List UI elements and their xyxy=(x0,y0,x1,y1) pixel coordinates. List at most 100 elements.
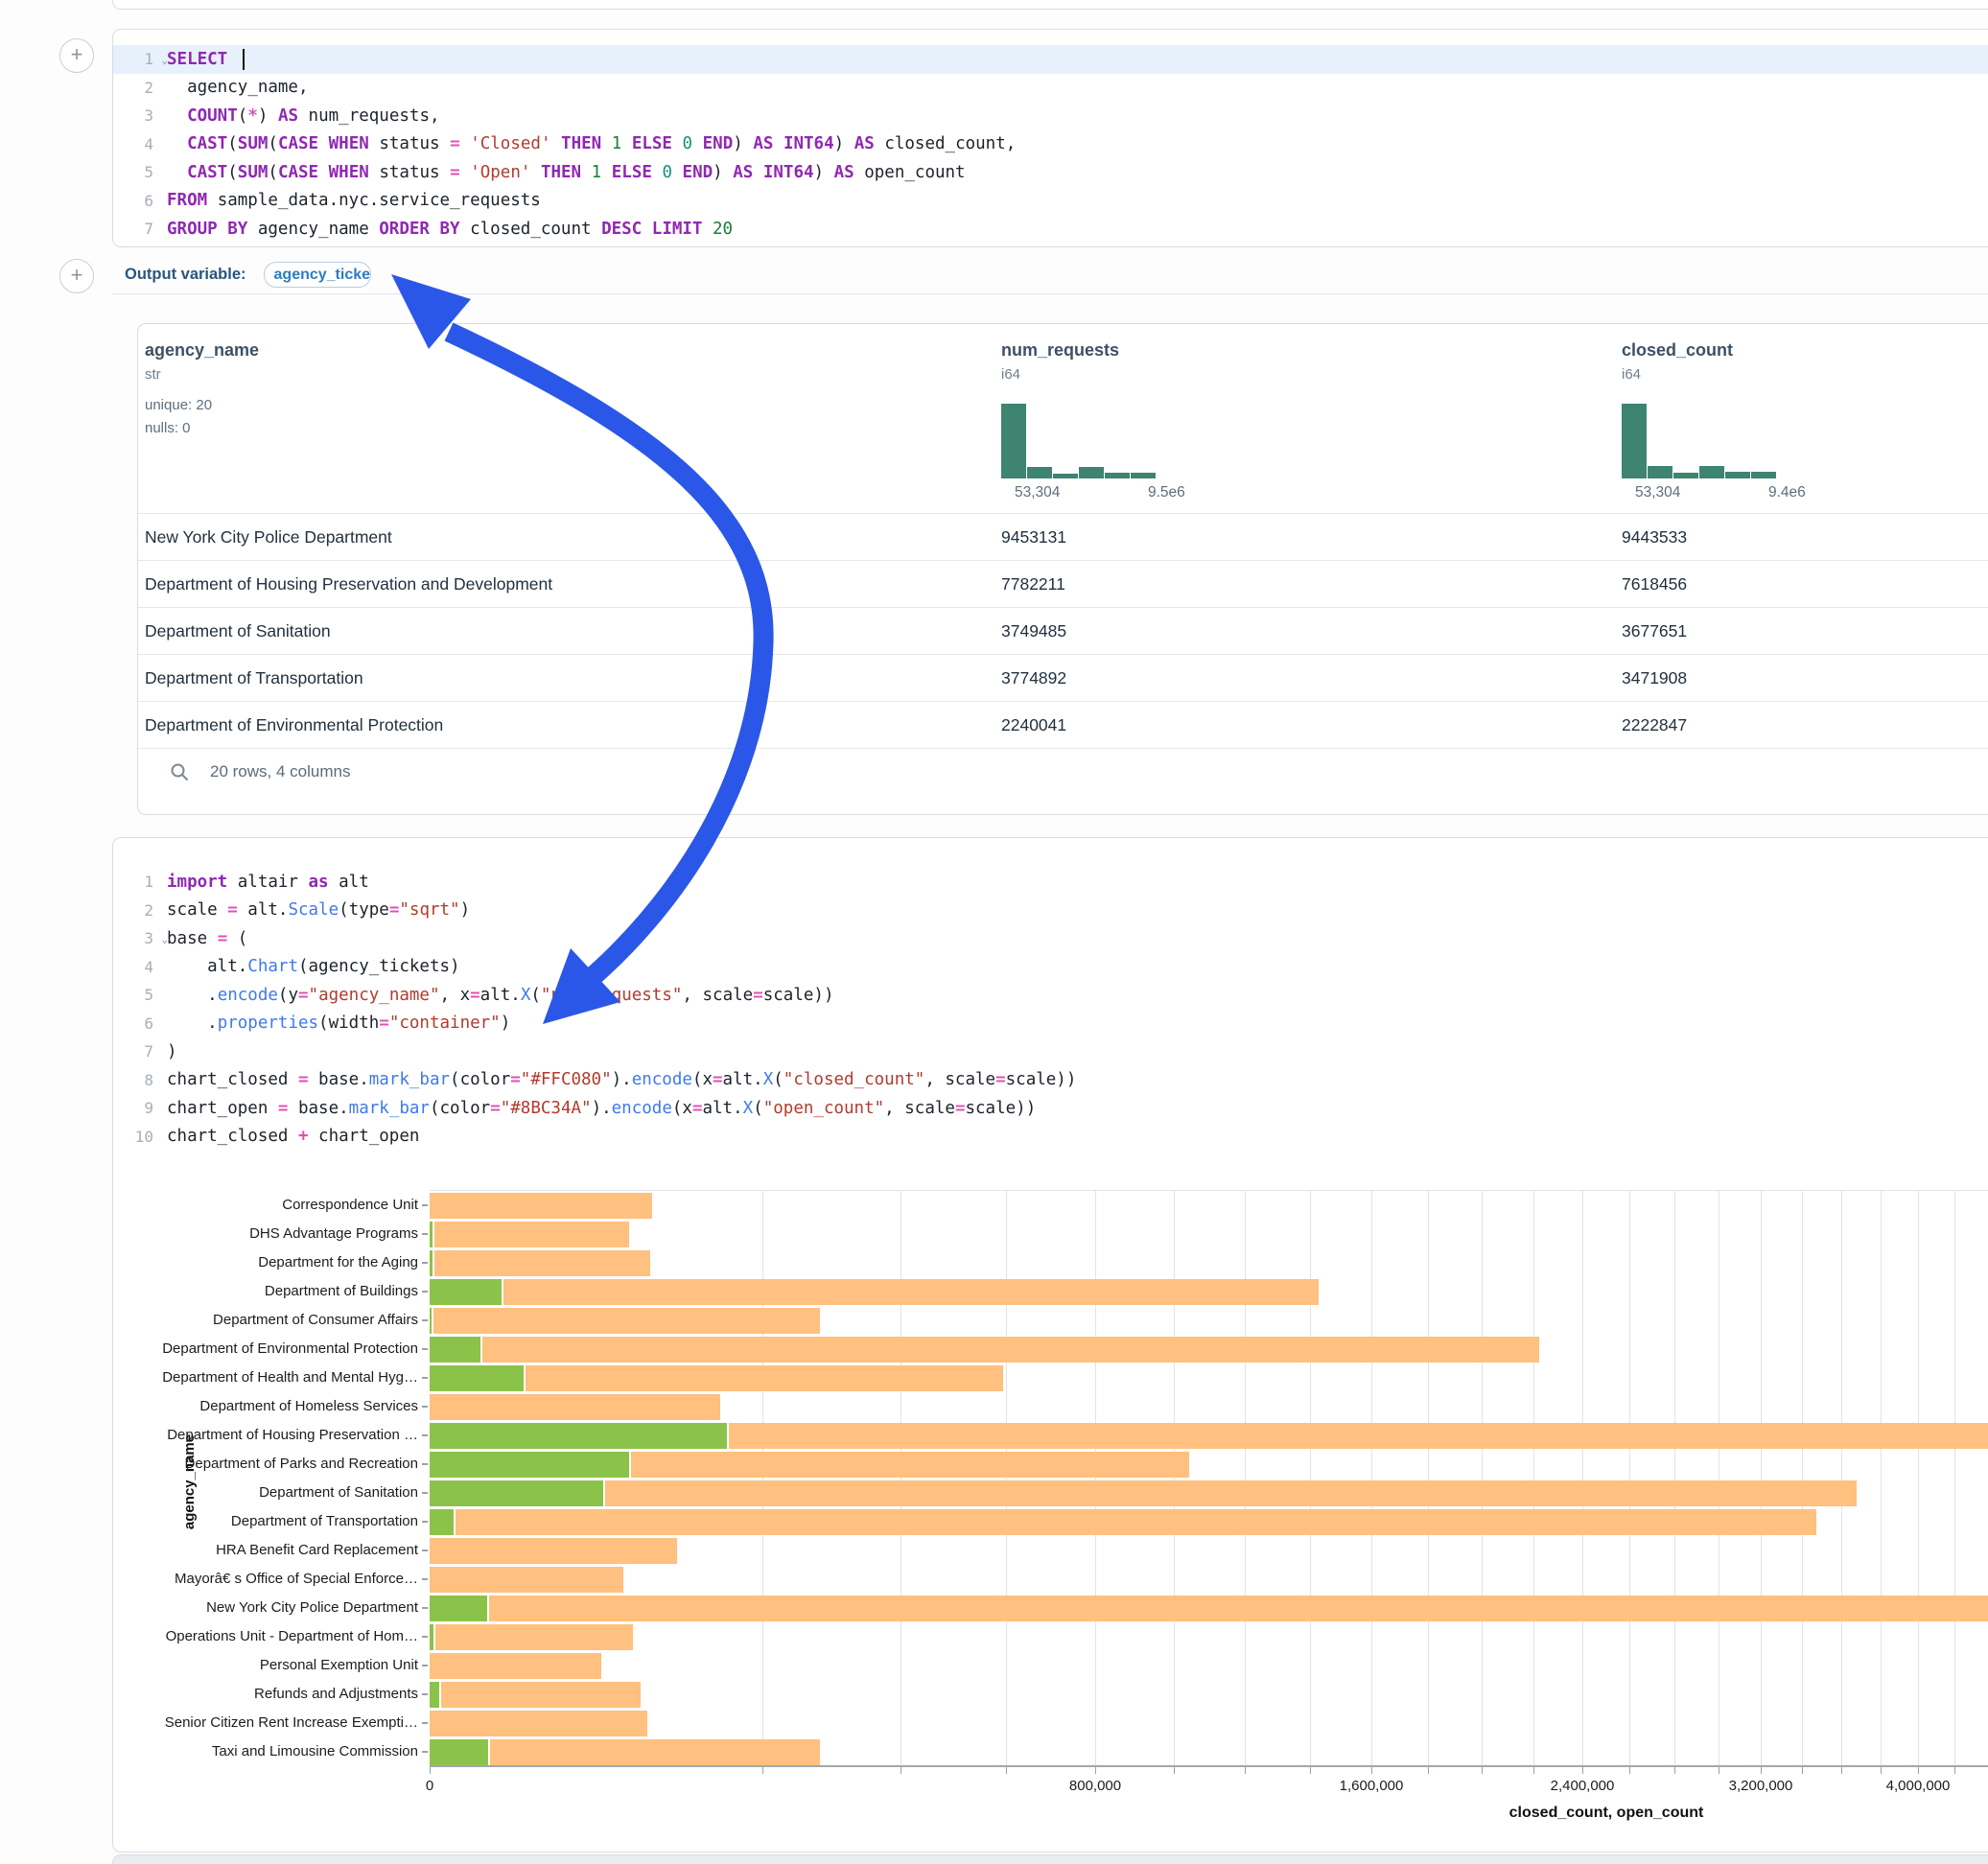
code-line[interactable]: 9chart_open = base.mark_bar(color="#8BC3… xyxy=(113,1094,1988,1123)
x-tick xyxy=(1174,1767,1175,1774)
y-category-label: DHS Advantage Programs xyxy=(159,1225,418,1242)
code-line[interactable]: 8chart_closed = base.mark_bar(color="#FF… xyxy=(113,1066,1988,1095)
gridline xyxy=(1006,1191,1007,1766)
gridline xyxy=(1371,1191,1372,1766)
y-category-label: Department for the Aging xyxy=(159,1254,418,1270)
notebook-page: + + 1⌄SELECT 2 agency_name,3 COUNT(*) AS… xyxy=(0,0,1988,1864)
histogram-bar xyxy=(1699,466,1724,478)
gridline xyxy=(1428,1191,1429,1766)
collapse-caret-icon[interactable]: ⌄ xyxy=(161,933,168,945)
column-header-closed-count: closed_count xyxy=(1622,340,1733,361)
column-type-num-requests: i64 xyxy=(1001,366,1020,383)
previous-cell-edge xyxy=(112,0,1988,10)
x-tick xyxy=(1954,1767,1955,1774)
y-category-label: Department of Parks and Recreation xyxy=(159,1456,418,1472)
table-row[interactable]: Department of Transportation377489234719… xyxy=(138,654,1988,702)
x-tick xyxy=(1006,1767,1007,1774)
bar-closed-count xyxy=(430,1538,677,1564)
code-line[interactable]: 10chart_closed + chart_open xyxy=(113,1123,1988,1152)
x-tick xyxy=(1095,1767,1096,1774)
code-line[interactable]: 2scale = alt.Scale(type="sqrt") xyxy=(113,897,1988,925)
line-number: 3⌄ xyxy=(113,929,159,947)
x-tick xyxy=(1428,1767,1429,1774)
y-category-label: Correspondence Unit xyxy=(159,1197,418,1213)
histogram-bar xyxy=(1751,472,1776,478)
y-tick xyxy=(422,1693,428,1695)
code-line[interactable]: 1import altair as alt xyxy=(113,868,1988,897)
y-tick xyxy=(422,1348,428,1350)
table-row[interactable]: Department of Environmental Protection 22… xyxy=(138,701,1988,749)
histogram-bar xyxy=(1673,473,1698,478)
x-tick xyxy=(1482,1767,1483,1774)
table-cell-closed: 2222847 xyxy=(1622,702,1687,749)
column-meta-nulls: nulls: 0 xyxy=(145,420,191,436)
code-text: chart_open = base.mark_bar(color="#8BC34… xyxy=(159,1099,1036,1118)
code-line[interactable]: 7) xyxy=(113,1037,1988,1066)
gridline xyxy=(900,1191,901,1766)
bar-open-count xyxy=(430,1480,605,1506)
bar-open-count xyxy=(430,1250,434,1276)
code-line[interactable]: 5 .encode(y="agency_name", x=alt.X("num_… xyxy=(113,981,1988,1010)
table-cell-num: 7782211 xyxy=(1001,561,1065,608)
line-number: 5 xyxy=(113,986,159,1004)
code-line[interactable]: 6FROM sample_data.nyc.service_requests xyxy=(113,187,1988,216)
table-row[interactable]: New York City Police Department945313194… xyxy=(138,513,1988,561)
table-row[interactable]: Department of Housing Preservation and D… xyxy=(138,560,1988,608)
sql-cell: 1⌄SELECT 2 agency_name,3 COUNT(*) AS num… xyxy=(112,29,1988,247)
code-line[interactable]: 4 CAST(SUM(CASE WHEN status = 'Closed' T… xyxy=(113,130,1988,159)
python-code-editor[interactable]: 1import altair as alt2scale = alt.Scale(… xyxy=(113,868,1988,1151)
results-table: agency_name str unique: 20 nulls: 0 num_… xyxy=(137,323,1988,815)
bar-open-count xyxy=(430,1682,441,1708)
bar-closed-count xyxy=(430,1596,1988,1621)
hist-max-label: 9.4e6 xyxy=(1768,484,1806,501)
search-icon[interactable] xyxy=(170,762,189,781)
table-cell-agency: Department of Transportation xyxy=(145,655,363,702)
collapse-caret-icon[interactable]: ⌄ xyxy=(161,54,168,66)
code-line[interactable]: 5 CAST(SUM(CASE WHEN status = 'Open' THE… xyxy=(113,158,1988,187)
code-line[interactable]: 3⌄base = ( xyxy=(113,924,1988,953)
y-category-label: Department of Transportation xyxy=(159,1513,418,1529)
code-text: .encode(y="agency_name", x=alt.X("num_re… xyxy=(159,986,834,1005)
x-axis-line xyxy=(430,1765,1988,1767)
chart-plot-area xyxy=(430,1190,1988,1766)
x-tick-label: 4,000,000 xyxy=(1886,1778,1951,1794)
gridline xyxy=(1802,1191,1803,1766)
table-cell-agency: Department of Environmental Protection xyxy=(145,702,443,749)
y-tick xyxy=(422,1722,428,1724)
line-number: 6 xyxy=(113,1014,159,1033)
code-line[interactable]: 3 COUNT(*) AS num_requests, xyxy=(113,102,1988,130)
x-tick xyxy=(430,1767,431,1774)
x-tick-label: 2,400,000 xyxy=(1551,1778,1615,1794)
bar-closed-count xyxy=(430,1682,641,1708)
code-line[interactable]: 7GROUP BY agency_name ORDER BY closed_co… xyxy=(113,215,1988,244)
x-tick xyxy=(1674,1767,1675,1774)
add-cell-button-middle[interactable]: + xyxy=(59,259,94,293)
line-number: 7 xyxy=(113,1042,159,1060)
code-line[interactable]: 6 .properties(width="container") xyxy=(113,1010,1988,1038)
output-variable-pill[interactable]: agency_tickets xyxy=(264,262,371,288)
code-text: CAST(SUM(CASE WHEN status = 'Open' THEN … xyxy=(159,163,966,182)
sql-code-editor[interactable]: 1⌄SELECT 2 agency_name,3 COUNT(*) AS num… xyxy=(113,45,1988,244)
add-cell-button-top[interactable]: + xyxy=(59,38,94,73)
y-category-label: Department of Housing Preservation … xyxy=(159,1427,418,1443)
x-tick xyxy=(762,1767,763,1774)
x-tick xyxy=(1533,1767,1534,1774)
table-cell-num: 2240041 xyxy=(1001,702,1066,749)
code-text: .properties(width="container") xyxy=(159,1014,510,1033)
gridline xyxy=(1310,1191,1311,1766)
bar-open-count xyxy=(430,1423,729,1449)
y-tick xyxy=(422,1406,428,1408)
code-line[interactable]: 4 alt.Chart(agency_tickets) xyxy=(113,953,1988,982)
y-tick xyxy=(422,1463,428,1465)
y-tick xyxy=(422,1291,428,1293)
table-row[interactable]: Department of Sanitation37494853677651 xyxy=(138,607,1988,655)
y-category-label: Operations Unit - Department of Hom… xyxy=(159,1628,418,1644)
hist-max-label: 9.5e6 xyxy=(1148,484,1185,501)
code-text: ) xyxy=(159,1042,177,1061)
code-line[interactable]: 1⌄SELECT xyxy=(113,45,1988,74)
code-line[interactable]: 2 agency_name, xyxy=(113,74,1988,103)
histogram-bar xyxy=(1027,467,1052,478)
gridline xyxy=(1482,1191,1483,1766)
y-category-label: Senior Citizen Rent Increase Exempti… xyxy=(159,1714,418,1731)
x-tick-label: 1,600,000 xyxy=(1340,1778,1404,1794)
